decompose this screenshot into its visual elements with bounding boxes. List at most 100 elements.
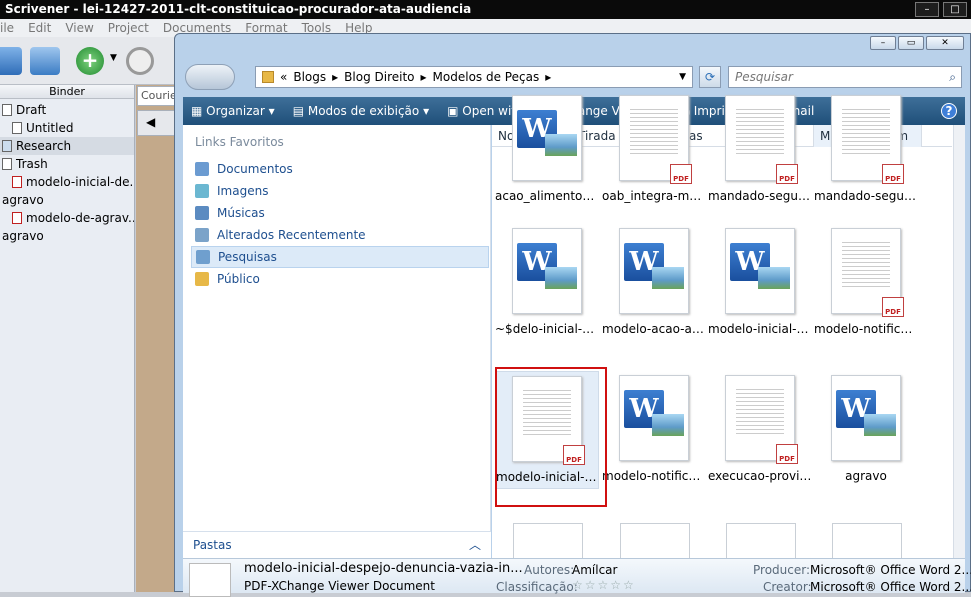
breadcrumb-blogs[interactable]: Blogs xyxy=(293,70,326,84)
binder-pane: Binder Draft Untitled Research Trash mod… xyxy=(0,85,135,592)
search-input[interactable]: Pesquisar ⌕ xyxy=(728,66,962,88)
nav-link-publico[interactable]: Público xyxy=(191,268,489,290)
folder-icon[interactable] xyxy=(30,47,60,75)
file-item[interactable]: PDF oab_integra-man... xyxy=(602,95,706,203)
file-item[interactable]: PDF execucao-provis... xyxy=(708,375,812,483)
refresh-button[interactable]: ⟳ xyxy=(699,66,721,88)
file-name: modelo-acao-an... xyxy=(602,322,706,336)
binder-item-trash[interactable]: Trash xyxy=(0,155,134,173)
minimize-button[interactable]: – xyxy=(915,2,939,17)
menu-view[interactable]: View xyxy=(65,19,93,37)
binder-item-research[interactable]: Research xyxy=(0,137,134,155)
file-item[interactable]: Wmodelo-inicial-d... xyxy=(708,228,812,336)
binder-item-untitled[interactable]: Untitled xyxy=(0,119,134,137)
explorer-close-button[interactable]: ✕ xyxy=(926,36,964,50)
file-item[interactable]: Wmodelo-notifica... xyxy=(602,375,706,483)
chevron-down-icon[interactable]: ▼ xyxy=(679,72,686,82)
file-name: ~$delo-inicial-de... xyxy=(495,322,599,336)
binder-header: Binder xyxy=(0,85,134,99)
details-pane: modelo-inicial-despejo-denuncia-vazia-in… xyxy=(183,558,971,597)
pdf-text-lines xyxy=(842,106,890,156)
file-item-partial[interactable] xyxy=(832,523,902,558)
nav-link-alterados[interactable]: Alterados Recentemente xyxy=(191,224,489,246)
help-icon[interactable]: ? xyxy=(941,103,957,119)
word-document-icon: W xyxy=(619,228,689,314)
nav-link-imagens[interactable]: Imagens xyxy=(191,180,489,202)
file-item[interactable]: Wmodelo-acao-an... xyxy=(602,228,706,336)
pdf-xchange-icon: ▣ xyxy=(447,104,459,118)
folders-toggle[interactable]: Pastas ︿ xyxy=(183,531,491,558)
menu-project[interactable]: Project xyxy=(108,19,149,37)
chevron-right-icon[interactable]: ▸ xyxy=(545,70,551,84)
music-icon xyxy=(195,206,209,220)
address-row: « Blogs ▸ Blog Direito ▸ Modelos de Peças ▸… xyxy=(183,62,965,92)
delete-icon[interactable] xyxy=(126,47,154,75)
word-picture-icon xyxy=(864,414,896,436)
chevron-down-icon[interactable]: ▼ xyxy=(110,53,117,63)
document-icon xyxy=(12,122,22,134)
nav-link-documentos[interactable]: Documentos xyxy=(191,158,489,180)
file-item[interactable]: PDF mandado-segur... xyxy=(814,95,918,203)
highlight-box xyxy=(495,367,607,507)
folder-icon xyxy=(195,272,209,286)
organizar-button[interactable]: ▦ Organizar ▾ xyxy=(191,104,275,118)
binder-item-pdf-2[interactable]: modelo-de-agrav... xyxy=(0,209,134,227)
explorer-minimize-button[interactable]: – xyxy=(870,36,896,50)
breadcrumb-blog-direito[interactable]: Blog Direito xyxy=(344,70,414,84)
back-arrow-icon[interactable]: ◀ xyxy=(146,115,155,129)
chevron-right-icon[interactable]: ▸ xyxy=(332,70,338,84)
breadcrumb-overflow[interactable]: « xyxy=(280,70,287,84)
nav-link-pesquisas[interactable]: Pesquisas xyxy=(191,246,489,268)
file-item-partial[interactable] xyxy=(726,523,796,558)
file-item[interactable]: PDF mandado-segur... xyxy=(708,95,812,203)
scrollbar[interactable] xyxy=(953,125,965,558)
window-controls: – □ xyxy=(915,0,971,19)
pdf-text-lines xyxy=(842,239,890,289)
word-document-icon: W xyxy=(831,375,901,461)
file-item-partial[interactable] xyxy=(620,523,690,558)
documents-icon xyxy=(195,162,209,176)
binder-item-agravo-2[interactable]: agravo xyxy=(0,227,134,245)
rating-stars[interactable]: ☆☆☆☆☆ xyxy=(572,578,636,592)
file-item-partial[interactable] xyxy=(513,523,583,558)
recent-icon xyxy=(195,228,209,242)
chevron-right-icon[interactable]: ▸ xyxy=(421,70,427,84)
organize-icon: ▦ xyxy=(191,104,203,118)
details-filename: modelo-inicial-despejo-denuncia-vazia-in… xyxy=(244,561,523,576)
breadcrumb[interactable]: « Blogs ▸ Blog Direito ▸ Modelos de Peças ▸… xyxy=(255,66,693,88)
file-item[interactable]: Wagravo xyxy=(814,375,918,483)
pdf-badge-icon: PDF xyxy=(776,444,798,464)
explorer-window-controls: – ▭ ✕ xyxy=(864,34,970,52)
nav-link-musicas[interactable]: Músicas xyxy=(191,202,489,224)
navigation-pane: Links Favoritos Documentos Imagens Músic… xyxy=(183,125,491,558)
add-icon[interactable]: + xyxy=(76,47,104,75)
authors-value[interactable]: Amílcar xyxy=(572,563,617,577)
folder-icon xyxy=(262,71,274,83)
pdf-badge-icon: PDF xyxy=(670,164,692,184)
file-name: mandado-segur... xyxy=(814,189,918,203)
explorer-maximize-button[interactable]: ▭ xyxy=(898,36,924,50)
file-name: acao_alimentos_... xyxy=(495,189,599,203)
chevron-up-icon[interactable]: ︿ xyxy=(469,532,481,559)
word-document-icon: W xyxy=(512,228,582,314)
binder-item-pdf[interactable]: modelo-inicial-de... xyxy=(0,173,134,191)
binder-toggle-icon[interactable] xyxy=(0,47,22,75)
nav-header: Links Favoritos xyxy=(195,135,284,149)
menu-file[interactable]: ile xyxy=(0,19,14,37)
back-forward-buttons[interactable] xyxy=(185,64,235,90)
file-item[interactable]: Wacao_alimentos_... xyxy=(495,95,599,203)
file-item[interactable]: PDF modelo-notifica... xyxy=(814,228,918,336)
menu-edit[interactable]: Edit xyxy=(28,19,51,37)
search-icon[interactable]: ⌕ xyxy=(949,67,956,87)
binder-item-agravo[interactable]: agravo xyxy=(0,191,134,209)
breadcrumb-modelos[interactable]: Modelos de Peças xyxy=(433,70,540,84)
view-modes-button[interactable]: ▤ Modos de exibição ▾ xyxy=(293,104,429,118)
trash-icon xyxy=(2,158,12,170)
views-icon: ▤ xyxy=(292,104,305,118)
search-placeholder: Pesquisar xyxy=(735,70,793,84)
maximize-button[interactable]: □ xyxy=(943,2,967,17)
pdf-text-lines xyxy=(736,106,784,156)
file-name: agravo xyxy=(845,469,887,483)
binder-item-draft[interactable]: Draft xyxy=(0,101,134,119)
file-item[interactable]: W ~$delo-inicial-de... xyxy=(495,228,599,336)
